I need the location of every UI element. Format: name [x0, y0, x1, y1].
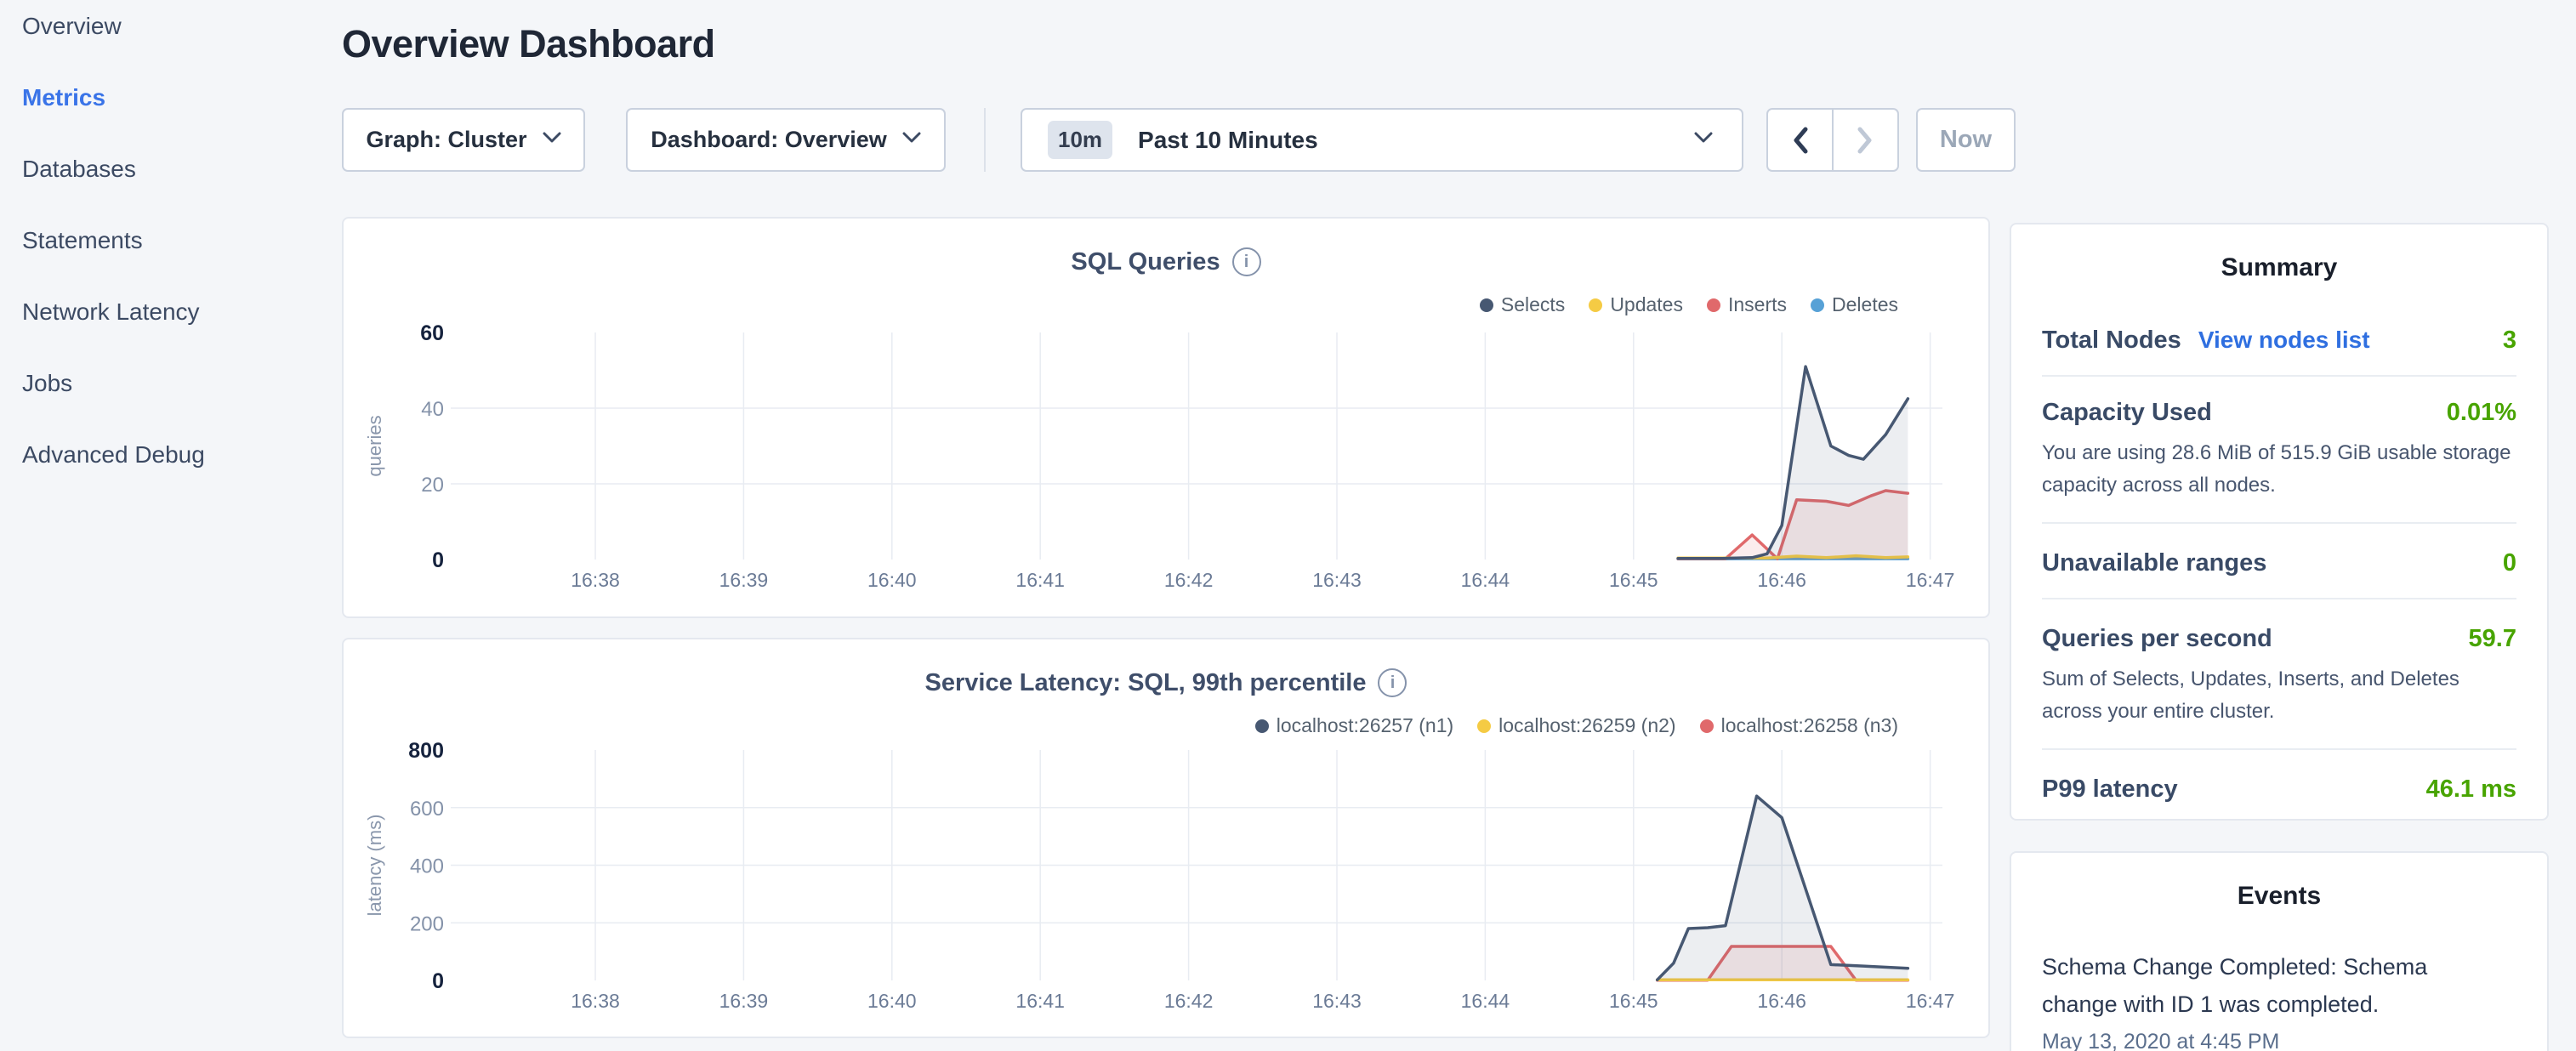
y-tick-label: 20	[421, 474, 444, 497]
capacity-used-description: You are using 28.6 MiB of 515.9 GiB usab…	[2042, 437, 2516, 502]
p99-latency-row: P99 latency 46.1 ms	[2042, 775, 2516, 804]
x-tick-label: 16:43	[1312, 569, 1362, 591]
divider	[2042, 375, 2516, 377]
chevron-down-icon	[902, 132, 921, 148]
sql-queries-plot[interactable]: 16:38 16:39 16:40 16:41 16:42 16:43 16:44 16:45…	[344, 219, 1988, 616]
x-tick-label: 16:42	[1164, 569, 1214, 591]
sidebar-item-databases[interactable]: Databases	[22, 155, 205, 183]
y-tick-label: 400	[410, 855, 444, 878]
queries-per-second-value: 59.7	[2469, 625, 2516, 653]
capacity-used-label: Capacity Used	[2042, 399, 2212, 427]
x-tick-label: 16:46	[1757, 990, 1806, 1012]
queries-per-second-description: Sum of Selects, Updates, Inserts, and De…	[2042, 663, 2516, 728]
graph-dropdown-label: Graph: Cluster	[366, 127, 526, 153]
total-nodes-row: Total Nodes View nodes list 3	[2042, 327, 2516, 355]
x-tick-label: 16:39	[719, 569, 769, 591]
chevron-right-icon	[1857, 127, 1874, 154]
x-tick-label: 16:41	[1015, 990, 1065, 1012]
page-title: Overview Dashboard	[342, 22, 715, 66]
y-tick-label: 60	[420, 321, 444, 345]
y-axis-title: queries	[364, 415, 385, 476]
x-tick-label: 16:45	[1609, 569, 1658, 591]
x-tick-label: 16:47	[1906, 569, 1955, 591]
y-tick-label: 0	[432, 969, 444, 993]
p99-latency-value: 46.1 ms	[2426, 775, 2516, 804]
y-axis-title: latency (ms)	[364, 815, 385, 917]
queries-per-second-row: Queries per second 59.7	[2042, 625, 2516, 653]
graph-dropdown[interactable]: Graph: Cluster	[342, 108, 585, 172]
events-panel: Events Schema Change Completed: Schema c…	[2010, 851, 2549, 1051]
unavailable-ranges-row: Unavailable ranges 0	[2042, 549, 2516, 577]
y-tick-label: 800	[408, 739, 444, 763]
sql-queries-chart-card: SQL Queries i SelectsUpdatesInsertsDelet…	[342, 217, 1990, 618]
sidebar-item-network-latency[interactable]: Network Latency	[22, 298, 205, 326]
total-nodes-value: 3	[2503, 327, 2516, 355]
x-tick-label: 16:38	[571, 569, 620, 591]
chevron-left-icon	[1792, 127, 1809, 154]
x-tick-label: 16:44	[1461, 990, 1510, 1012]
capacity-used-value: 0.01%	[2447, 399, 2516, 427]
event-item-text: Schema Change Completed: Schema change w…	[2042, 948, 2450, 1023]
time-step-buttons	[1766, 108, 1899, 172]
queries-per-second-label: Queries per second	[2042, 625, 2272, 653]
controls-divider	[984, 108, 986, 172]
sidebar-item-statements[interactable]: Statements	[22, 226, 205, 254]
sidebar: Overview Metrics Databases Statements Ne…	[22, 12, 205, 469]
summary-title: Summary	[2042, 253, 2516, 282]
y-tick-label: 600	[410, 798, 444, 821]
y-tick-label: 200	[410, 912, 444, 935]
previous-time-button[interactable]	[1768, 110, 1832, 170]
events-title: Events	[2042, 882, 2516, 911]
dashboard-dropdown-label: Dashboard: Overview	[651, 127, 887, 153]
unavailable-ranges-value: 0	[2503, 549, 2516, 577]
divider	[2042, 522, 2516, 524]
sidebar-item-metrics[interactable]: Metrics	[22, 83, 205, 111]
x-tick-label: 16:47	[1906, 990, 1955, 1012]
x-tick-label: 16:43	[1312, 990, 1362, 1012]
unavailable-ranges-label: Unavailable ranges	[2042, 549, 2266, 577]
divider	[2042, 748, 2516, 750]
time-range-badge: 10m	[1048, 121, 1112, 159]
y-tick-label: 0	[432, 548, 444, 572]
x-tick-label: 16:45	[1609, 990, 1658, 1012]
sidebar-item-advanced-debug[interactable]: Advanced Debug	[22, 440, 205, 469]
x-tick-label: 16:40	[867, 569, 917, 591]
y-tick-label: 40	[421, 398, 444, 421]
view-nodes-list-link[interactable]: View nodes list	[2198, 327, 2370, 354]
divider	[2042, 598, 2516, 599]
p99-latency-label: P99 latency	[2042, 775, 2178, 804]
chevron-down-icon	[543, 132, 561, 148]
x-tick-label: 16:38	[571, 990, 620, 1012]
x-tick-label: 16:40	[867, 990, 917, 1012]
time-range-selector[interactable]: 10m Past 10 Minutes	[1021, 108, 1743, 172]
x-tick-label: 16:44	[1461, 569, 1510, 591]
event-item-timestamp: May 13, 2020 at 4:45 PM	[2042, 1030, 2516, 1051]
dashboard-dropdown[interactable]: Dashboard: Overview	[626, 108, 946, 172]
sidebar-item-jobs[interactable]: Jobs	[22, 369, 205, 397]
x-tick-label: 16:46	[1757, 569, 1806, 591]
x-tick-label: 16:41	[1015, 569, 1065, 591]
chevron-down-icon	[1694, 132, 1713, 148]
time-range-label: Past 10 Minutes	[1138, 127, 1318, 154]
series-area	[1678, 366, 1908, 560]
service-latency-plot[interactable]: 16:38 16:39 16:40 16:41 16:42 16:43 16:44 16:45…	[344, 639, 1988, 1037]
now-button[interactable]: Now	[1916, 108, 2016, 172]
x-tick-label: 16:42	[1164, 990, 1214, 1012]
summary-panel: Summary Total Nodes View nodes list 3 Ca…	[2010, 223, 2549, 821]
x-tick-label: 16:39	[719, 990, 769, 1012]
service-latency-chart-card: Service Latency: SQL, 99th percentile i …	[342, 638, 1990, 1038]
next-time-button[interactable]	[1834, 110, 1897, 170]
total-nodes-label: Total Nodes	[2042, 327, 2181, 355]
capacity-used-row: Capacity Used 0.01%	[2042, 399, 2516, 427]
sidebar-item-overview[interactable]: Overview	[22, 12, 205, 40]
